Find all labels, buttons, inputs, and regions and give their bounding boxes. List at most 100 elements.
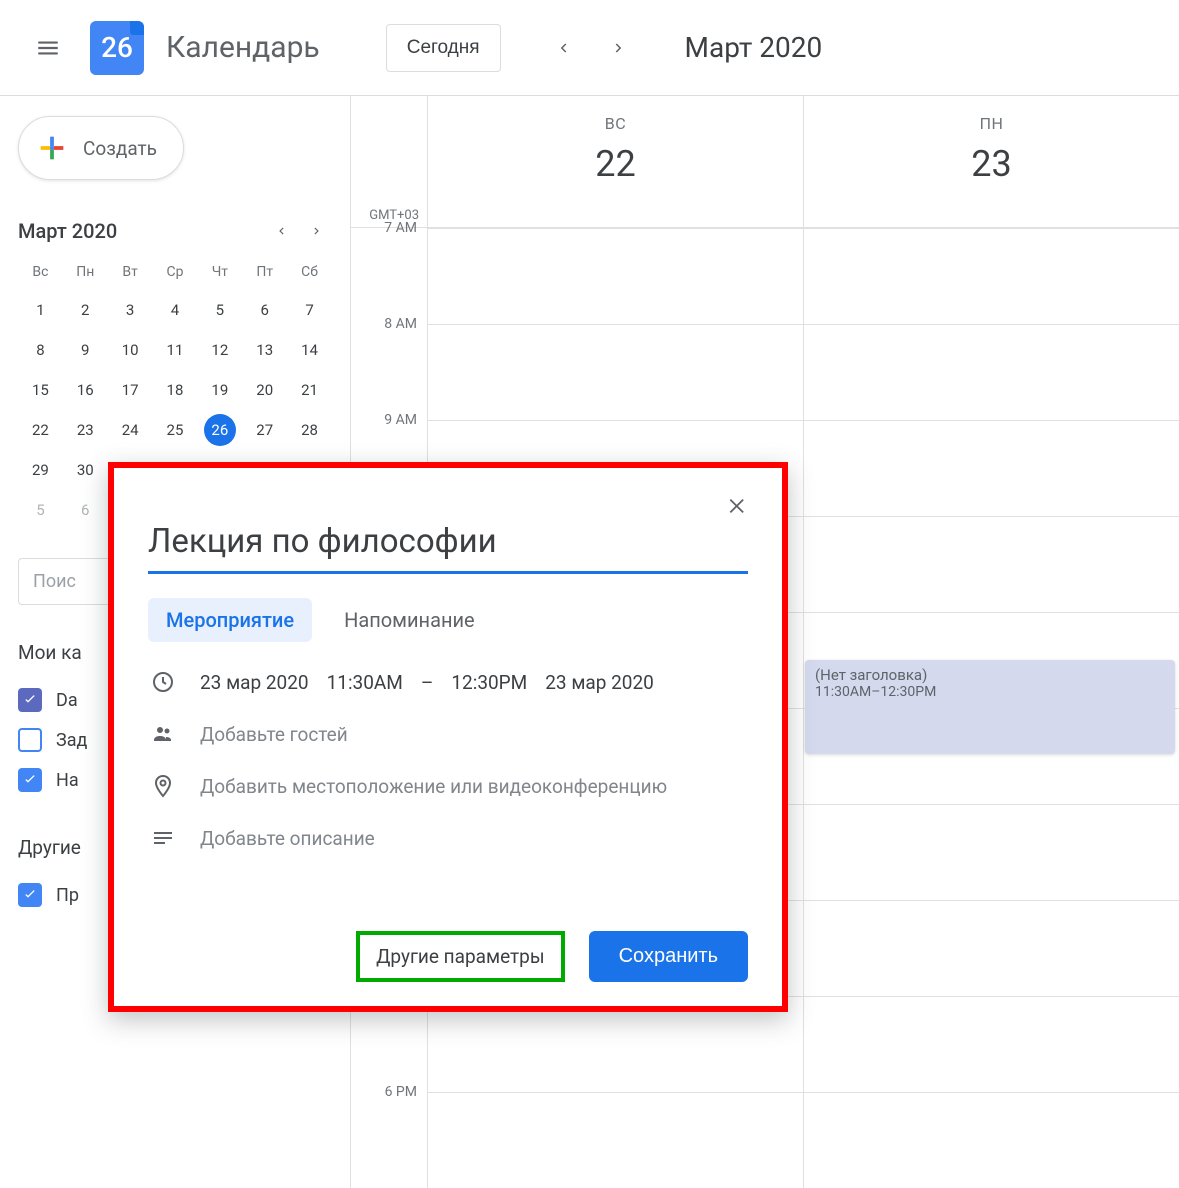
mini-day-cell[interactable]: 13 <box>242 330 287 370</box>
hour-cell[interactable] <box>427 228 803 324</box>
mini-day-cell[interactable]: 8 <box>18 330 63 370</box>
mini-dow-cell: Сб <box>287 258 332 290</box>
mini-day-cell[interactable]: 9 <box>63 330 108 370</box>
mini-calendar-header: Март 2020 <box>18 216 332 246</box>
hour-label: 8 AM <box>351 316 427 412</box>
create-label: Создать <box>83 137 157 160</box>
checkbox[interactable] <box>18 728 42 752</box>
plus-icon <box>35 131 69 165</box>
hour-label: 6 PM <box>351 1084 427 1180</box>
hour-cell[interactable] <box>803 420 1179 516</box>
event-title-input[interactable] <box>148 514 748 574</box>
mini-day-cell[interactable]: 2 <box>63 290 108 330</box>
time-dash: – <box>421 671 433 694</box>
guests-row[interactable]: Добавьте гостей <box>148 722 748 746</box>
day-number: 23 <box>804 143 1179 185</box>
mini-dow-cell: Пт <box>242 258 287 290</box>
mini-day-cell[interactable]: 20 <box>242 370 287 410</box>
tab-reminder[interactable]: Напоминание <box>326 598 493 642</box>
more-options-button[interactable]: Другие параметры <box>356 931 565 982</box>
mini-day-cell[interactable]: 7 <box>287 290 332 330</box>
mini-day-cell[interactable]: 12 <box>197 330 242 370</box>
hour-cell[interactable] <box>803 324 1179 420</box>
mini-day-cell[interactable]: 1 <box>18 290 63 330</box>
mini-day-cell[interactable]: 4 <box>153 290 198 330</box>
day-number: 22 <box>428 143 803 185</box>
mini-prev-button[interactable] <box>266 216 296 246</box>
people-icon <box>148 722 178 746</box>
close-button[interactable] <box>718 486 758 526</box>
mini-day-cell[interactable]: 6 <box>63 490 108 530</box>
time-row[interactable]: 23 мар 2020 11:30AM – 12:30PM 23 мар 202… <box>148 670 748 694</box>
checkbox[interactable] <box>18 688 42 712</box>
prev-period-button[interactable] <box>543 28 583 68</box>
hour-row: 8 AM <box>351 324 1179 420</box>
mini-day-cell[interactable]: 14 <box>287 330 332 370</box>
mini-day-cell[interactable]: 28 <box>287 410 332 450</box>
mini-day-cell[interactable]: 24 <box>108 410 153 450</box>
calendar-label: Пр <box>56 885 79 906</box>
mini-day-cell[interactable]: 15 <box>18 370 63 410</box>
tab-event[interactable]: Мероприятие <box>148 598 312 642</box>
mini-day-cell[interactable]: 6 <box>242 290 287 330</box>
event-chip[interactable]: (Нет заголовка) 11:30AM–12:30PM <box>805 660 1175 754</box>
mini-day-cell[interactable]: 5 <box>197 290 242 330</box>
checkbox[interactable] <box>18 768 42 792</box>
next-period-button[interactable] <box>599 28 639 68</box>
mini-day-cell[interactable]: 21 <box>287 370 332 410</box>
clock-icon <box>148 670 178 694</box>
mini-day-cell[interactable]: 17 <box>108 370 153 410</box>
calendar-label: Зад <box>56 730 87 751</box>
today-button[interactable]: Сегодня <box>386 24 501 72</box>
mini-day-cell[interactable]: 16 <box>63 370 108 410</box>
hour-cell[interactable] <box>803 228 1179 324</box>
start-date[interactable]: 23 мар 2020 <box>200 671 309 694</box>
mini-dow-cell: Ср <box>153 258 198 290</box>
start-time[interactable]: 11:30AM <box>327 671 403 694</box>
calendar-label: На <box>56 770 79 791</box>
nav-arrows <box>543 28 639 68</box>
hour-cell[interactable] <box>427 1092 803 1188</box>
hour-cell[interactable] <box>803 804 1179 900</box>
hamburger-icon <box>35 35 61 61</box>
hour-row: 7 AM <box>351 228 1179 324</box>
checkbox[interactable] <box>18 883 42 907</box>
day-column-head[interactable]: ПН 23 <box>803 96 1179 227</box>
mini-calendar-dow-row: ВсПнВтСрЧтПтСб <box>18 258 332 290</box>
description-icon <box>148 826 178 850</box>
mini-day-cell[interactable]: 23 <box>63 410 108 450</box>
menu-button[interactable] <box>24 24 72 72</box>
location-row[interactable]: Добавить местоположение или видеоконфере… <box>148 774 748 798</box>
mini-next-button[interactable] <box>302 216 332 246</box>
mini-day-cell[interactable]: 10 <box>108 330 153 370</box>
mini-day-cell[interactable]: 3 <box>108 290 153 330</box>
mini-day-cell[interactable]: 29 <box>18 450 63 490</box>
end-time[interactable]: 12:30PM <box>451 671 527 694</box>
hour-cell[interactable] <box>803 996 1179 1092</box>
mini-day-cell[interactable]: 11 <box>153 330 198 370</box>
location-icon <box>148 774 178 798</box>
mini-day-cell[interactable]: 18 <box>153 370 198 410</box>
mini-day-cell[interactable]: 19 <box>197 370 242 410</box>
create-button[interactable]: Создать <box>18 116 184 180</box>
dow-label: ПН <box>804 114 1179 133</box>
mini-day-cell[interactable]: 27 <box>242 410 287 450</box>
mini-day-cell[interactable]: 26 <box>197 410 242 450</box>
mini-day-cell[interactable]: 25 <box>153 410 198 450</box>
close-icon <box>727 495 749 517</box>
hour-cell[interactable] <box>803 516 1179 612</box>
hour-cell[interactable] <box>803 1092 1179 1188</box>
event-title: (Нет заголовка) <box>815 666 1165 684</box>
end-date[interactable]: 23 мар 2020 <box>545 671 654 694</box>
hour-row: 6 PM <box>351 1092 1179 1188</box>
mini-day-cell[interactable]: 30 <box>63 450 108 490</box>
mini-dow-cell: Вс <box>18 258 63 290</box>
description-row[interactable]: Добавьте описание <box>148 826 748 850</box>
hour-cell[interactable] <box>427 324 803 420</box>
event-time: 11:30AM–12:30PM <box>815 684 1165 700</box>
day-column-head[interactable]: ВС 22 <box>427 96 803 227</box>
mini-day-cell[interactable]: 5 <box>18 490 63 530</box>
hour-cell[interactable] <box>803 900 1179 996</box>
save-button[interactable]: Сохранить <box>589 931 748 982</box>
mini-day-cell[interactable]: 22 <box>18 410 63 450</box>
